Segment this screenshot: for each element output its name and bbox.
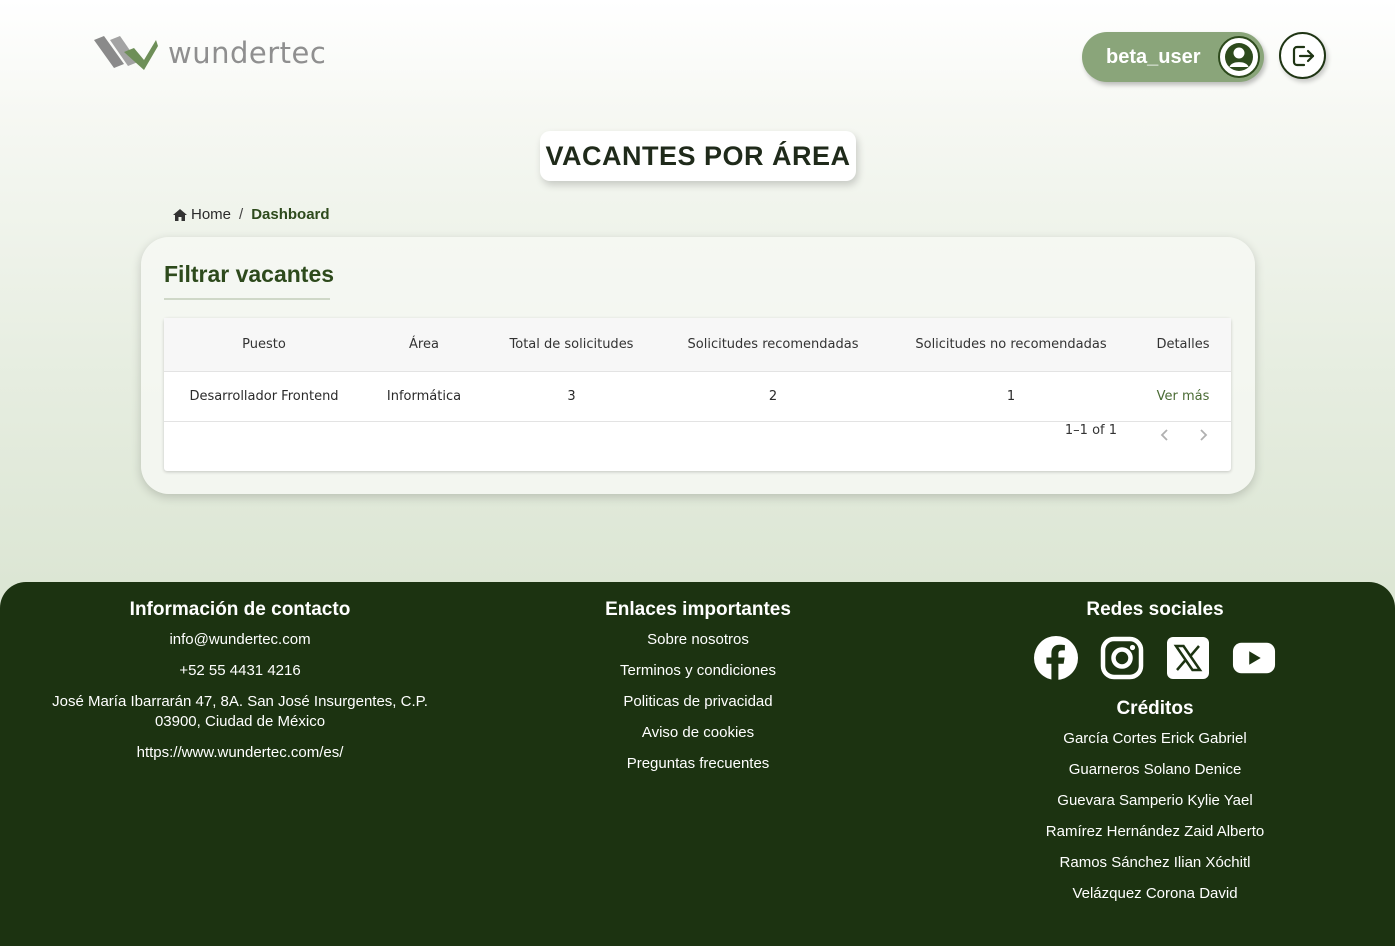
instagram-icon[interactable] <box>1100 636 1144 680</box>
pagination-text: 1–1 of 1 <box>1064 422 1117 438</box>
youtube-icon[interactable] <box>1232 636 1276 680</box>
link-cookies[interactable]: Aviso de cookies <box>548 723 848 743</box>
breadcrumb: Home / Dashboard <box>172 206 330 223</box>
vacancies-table: Puesto Área Total de solicitudes Solicit… <box>164 318 1231 471</box>
column-header-recommended[interactable]: Solicitudes recomendadas <box>659 318 887 372</box>
cell-area: Informática <box>364 371 484 422</box>
home-icon <box>173 208 187 221</box>
page-title: VACANTES POR ÁREA <box>540 131 856 181</box>
contact-website[interactable]: https://www.wundertec.com/es/ <box>40 743 440 763</box>
table-row[interactable]: Desarrollador Frontend Informática 3 2 1… <box>164 371 1231 422</box>
credit-name: García Cortes Erick Gabriel <box>1063 730 1247 747</box>
card-title-divider <box>164 298 330 300</box>
footer-social: Redes sociales Créditos García Cortes Er… <box>1005 599 1305 915</box>
breadcrumb-home-link[interactable]: Home <box>172 206 231 223</box>
x-icon[interactable] <box>1166 636 1210 680</box>
username-label: beta_user <box>1106 45 1201 68</box>
column-header-area[interactable]: Área <box>364 318 484 372</box>
pagination: 1–1 of 1 <box>1065 423 1215 447</box>
vacancies-card: Filtrar vacantes Puesto Área Total de so… <box>141 237 1255 494</box>
cell-not-recommended: 1 <box>887 371 1135 422</box>
chevron-left-icon <box>1160 429 1168 441</box>
footer-contact: Información de contacto info@wundertec.c… <box>40 599 440 774</box>
table-header-row: Puesto Área Total de solicitudes Solicit… <box>164 318 1231 372</box>
link-about[interactable]: Sobre nosotros <box>548 630 848 650</box>
cell-recommended: 2 <box>659 371 887 422</box>
contact-address: José María Ibarrarán 47, 8A. San José In… <box>52 693 428 730</box>
ver-mas-link[interactable]: Ver más <box>1157 389 1210 404</box>
card-title: Filtrar vacantes <box>164 261 335 287</box>
prev-page-button[interactable] <box>1153 423 1177 447</box>
facebook-icon[interactable] <box>1034 636 1078 680</box>
link-privacy[interactable]: Politicas de privacidad <box>548 692 848 712</box>
next-page-button[interactable] <box>1191 423 1215 447</box>
credits-title: Créditos <box>1116 698 1194 719</box>
social-title: Redes sociales <box>1086 599 1224 620</box>
breadcrumb-separator: / <box>239 206 244 223</box>
column-header-puesto[interactable]: Puesto <box>164 318 364 372</box>
contact-title: Información de contacto <box>129 599 351 620</box>
user-menu-button[interactable]: beta_user <box>1082 32 1264 82</box>
credit-name: Velázquez Corona David <box>1072 885 1238 902</box>
brand-logo[interactable]: wundertec <box>94 34 326 72</box>
user-avatar-icon <box>1218 36 1260 78</box>
column-header-details[interactable]: Detalles <box>1135 318 1231 372</box>
logout-icon <box>1292 45 1314 66</box>
breadcrumb-home-label: Home <box>191 206 232 223</box>
contact-email[interactable]: info@wundertec.com <box>40 630 440 650</box>
chevron-right-icon <box>1200 429 1208 441</box>
link-faq[interactable]: Preguntas frecuentes <box>548 754 848 774</box>
link-terms[interactable]: Terminos y condiciones <box>548 661 848 681</box>
brand-name: wundertec <box>168 36 327 70</box>
column-header-total[interactable]: Total de solicitudes <box>484 318 659 372</box>
footer: Información de contacto info@wundertec.c… <box>0 582 1395 946</box>
credit-name: Guevara Samperio Kylie Yael <box>1057 792 1253 809</box>
links-title: Enlaces importantes <box>605 599 791 620</box>
breadcrumb-current: Dashboard <box>251 206 330 223</box>
credit-name: Guarneros Solano Denice <box>1068 761 1242 778</box>
cell-puesto: Desarrollador Frontend <box>164 371 364 422</box>
logout-button[interactable] <box>1279 32 1326 79</box>
wundertec-logo-icon <box>94 36 158 70</box>
contact-phone: +52 55 4431 4216 <box>179 662 301 679</box>
cell-total: 3 <box>484 371 659 422</box>
credit-name: Ramírez Hernández Zaid Alberto <box>1045 823 1265 840</box>
credit-name: Ramos Sánchez Ilian Xóchitl <box>1059 854 1251 871</box>
footer-links: Enlaces importantes Sobre nosotros Termi… <box>548 599 848 785</box>
column-header-not-recommended[interactable]: Solicitudes no recomendadas <box>887 318 1135 372</box>
